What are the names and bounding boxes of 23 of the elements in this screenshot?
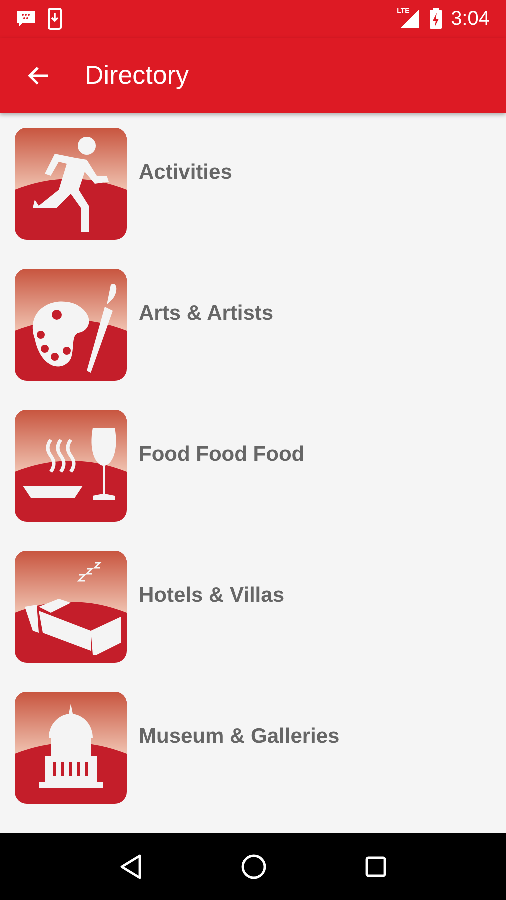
directory-item[interactable]: Museum & Galleries [0, 692, 506, 804]
bowl-and-glass-icon [15, 410, 127, 522]
recents-nav-icon[interactable] [365, 856, 387, 878]
directory-item[interactable]: Arts & Artists [0, 269, 506, 381]
chat-icon [16, 10, 36, 28]
paint-palette-icon [15, 269, 127, 381]
item-label: Food Food Food [139, 442, 305, 468]
screen-title: Directory [85, 59, 190, 92]
item-label: Hotels & Villas [139, 583, 285, 609]
battery-icon [429, 8, 444, 30]
clock-time: 3:04 [451, 7, 490, 32]
item-label: Arts & Artists [139, 301, 274, 327]
running-figure-icon [15, 128, 127, 240]
item-label: Museum & Galleries [139, 724, 340, 750]
directory-item[interactable]: Food Food Food [0, 410, 506, 522]
bed-icon [15, 551, 127, 663]
directory-item[interactable]: Activities [0, 128, 506, 240]
item-label: Activities [139, 160, 232, 186]
home-nav-icon[interactable] [241, 854, 267, 880]
download-icon [48, 8, 62, 30]
back-nav-icon[interactable] [119, 854, 143, 880]
directory-item[interactable]: Hotels & Villas [0, 551, 506, 663]
domed-building-icon [15, 692, 127, 804]
